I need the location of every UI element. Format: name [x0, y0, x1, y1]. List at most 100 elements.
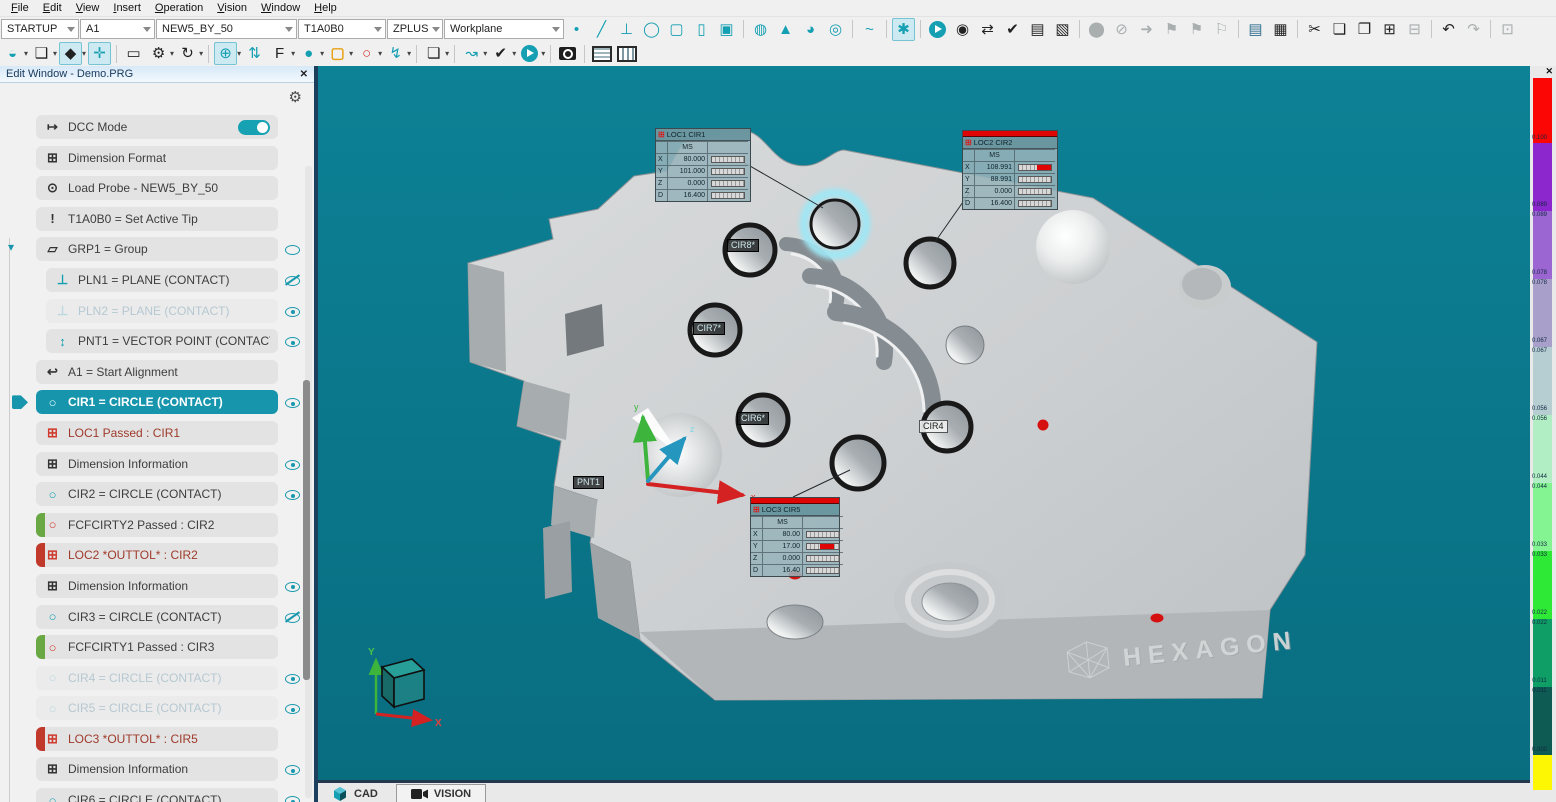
- chevron-down-icon[interactable]: [285, 27, 293, 32]
- path-lines-icon[interactable]: ↝: [460, 42, 483, 65]
- summary-list-icon[interactable]: ▤: [1244, 18, 1267, 41]
- print-icon[interactable]: ⊡: [1496, 18, 1519, 41]
- curve-feature-icon[interactable]: ~: [858, 18, 881, 41]
- eye-slash-icon[interactable]: [284, 272, 302, 288]
- done-check-icon[interactable]: ✔: [489, 42, 512, 65]
- command-pill[interactable]: !T1A0B0 = Set Active Tip: [36, 207, 278, 231]
- code-grid-icon[interactable]: ⊟: [1403, 18, 1426, 41]
- feature-tag-cir4[interactable]: CIR4: [919, 420, 948, 433]
- snapshot-icon[interactable]: [556, 42, 579, 65]
- measurement-label-loc1-cir1[interactable]: ⊞LOC1 CIR1MSX80.000Y101.000Z0.000D16.400: [655, 128, 751, 202]
- command-item-pln1[interactable]: ⊥PLN1 = PLANE (CONTACT): [46, 268, 300, 292]
- dropdown-caret-icon[interactable]: ▾: [378, 49, 382, 58]
- eye-icon[interactable]: [284, 578, 302, 594]
- eye-icon[interactable]: [284, 670, 302, 686]
- view-orientations-icon[interactable]: ⊕: [214, 42, 237, 65]
- redo-icon[interactable]: ↷: [1462, 18, 1485, 41]
- command-item-loc3[interactable]: ⊞LOC3 *OUTTOL* : CIR5: [36, 727, 300, 751]
- tip-select[interactable]: T1A0B0: [298, 19, 386, 39]
- edit-document-icon[interactable]: ▤: [1026, 18, 1049, 41]
- eye-icon[interactable]: [284, 333, 302, 349]
- command-pill[interactable]: ⊥PLN1 = PLANE (CONTACT): [46, 268, 278, 292]
- graph-thumb-icon[interactable]: [615, 42, 638, 65]
- feature-sensor-icon[interactable]: F: [268, 42, 291, 65]
- command-pill[interactable]: ○CIR3 = CIRCLE (CONTACT): [36, 605, 278, 629]
- gage-icon[interactable]: ▢: [326, 42, 349, 65]
- command-item-cir6[interactable]: ○CIR6 = CIRCLE (CONTACT): [36, 788, 300, 802]
- report-window-icon[interactable]: ▦: [1269, 18, 1292, 41]
- dropdown-caret-icon[interactable]: ▾: [445, 49, 449, 58]
- command-pill[interactable]: ⊞Dimension Information: [36, 574, 278, 598]
- menu-vision[interactable]: Vision: [210, 2, 254, 14]
- menu-edit[interactable]: Edit: [36, 2, 69, 14]
- eye-slash-icon[interactable]: [284, 609, 302, 625]
- comment-icon[interactable]: ▭: [122, 42, 145, 65]
- command-item-load[interactable]: ⊙Load Probe - NEW5_BY_50: [36, 176, 300, 200]
- dropdown-caret-icon[interactable]: ▾: [483, 49, 487, 58]
- eye-icon[interactable]: [284, 394, 302, 410]
- measurement-label-loc2-cir2[interactable]: ⊞LOC2 CIR2MSX108.991Y88.991Z0.000D16.400: [962, 130, 1058, 210]
- dropdown-caret-icon[interactable]: ▾: [82, 49, 86, 58]
- pan-view-icon[interactable]: ✛: [88, 42, 111, 65]
- command-item-cir3[interactable]: ○CIR3 = CIRCLE (CONTACT): [36, 605, 300, 629]
- command-item-pnt1[interactable]: ↕PNT1 = VECTOR POINT (CONTACT): [46, 329, 300, 353]
- feature-tag-pnt1[interactable]: PNT1: [573, 476, 604, 489]
- bookmark-icon[interactable]: ⚑: [1160, 18, 1183, 41]
- cylinder-feature-icon[interactable]: ◍: [749, 18, 772, 41]
- cut-icon[interactable]: ✂: [1303, 18, 1326, 41]
- command-pill[interactable]: ⊞Dimension Information: [36, 757, 278, 781]
- dropdown-caret-icon[interactable]: ▾: [24, 49, 28, 58]
- command-item-loc2[interactable]: ⊞LOC2 *OUTTOL* : CIR2: [36, 543, 300, 567]
- command-pill[interactable]: ⊙Load Probe - NEW5_BY_50: [36, 176, 278, 200]
- command-item-cir5[interactable]: ○CIR5 = CIRCLE (CONTACT): [36, 696, 300, 720]
- loop-icon[interactable]: ⇄: [976, 18, 999, 41]
- chevron-down-icon[interactable]: [432, 27, 440, 32]
- command-item-dimension[interactable]: ⊞Dimension Information: [36, 452, 300, 476]
- circle-gage-icon[interactable]: ○: [355, 42, 378, 65]
- close-icon[interactable]: ✕: [1545, 66, 1553, 77]
- rectangle-feature-icon[interactable]: ▣: [715, 18, 738, 41]
- chevron-down-icon[interactable]: [67, 27, 75, 32]
- command-item-fcfcirty2[interactable]: ○FCFCIRTY2 Passed : CIR2: [36, 513, 300, 537]
- command-item-pln2[interactable]: ⊥PLN2 = PLANE (CONTACT): [46, 299, 300, 323]
- eye-icon[interactable]: [284, 761, 302, 777]
- stop-icon[interactable]: ⬤: [1085, 18, 1108, 41]
- expander-icon[interactable]: ▾: [8, 240, 14, 254]
- dropdown-caret-icon[interactable]: ▾: [320, 49, 324, 58]
- eye-icon[interactable]: [284, 241, 302, 257]
- command-pill[interactable]: ↦DCC Mode: [36, 115, 278, 139]
- square-slot-feature-icon[interactable]: ▯: [690, 18, 713, 41]
- insert-point-icon[interactable]: ◉: [951, 18, 974, 41]
- eye-icon[interactable]: [284, 700, 302, 716]
- command-pill[interactable]: ○CIR2 = CIRCLE (CONTACT): [36, 482, 278, 506]
- command-pill[interactable]: ⊞LOC3 *OUTTOL* : CIR5: [36, 727, 278, 751]
- play-execution-icon[interactable]: [518, 42, 541, 65]
- sphere-display-icon[interactable]: ●: [297, 42, 320, 65]
- command-item-cir1[interactable]: ○CIR1 = CIRCLE (CONTACT): [36, 390, 300, 414]
- dropdown-caret-icon[interactable]: ▾: [541, 49, 545, 58]
- probe-toggle-icon[interactable]: ⇅: [243, 42, 266, 65]
- circle-feature-icon[interactable]: ◯: [640, 18, 663, 41]
- chevron-down-icon[interactable]: [374, 27, 382, 32]
- report-thumb-icon[interactable]: [590, 42, 613, 65]
- close-icon[interactable]: ✕: [300, 69, 308, 80]
- chevron-down-icon[interactable]: [143, 27, 151, 32]
- probe-mode-icon[interactable]: ◒: [1, 42, 24, 65]
- copy-panes-icon[interactable]: ❏: [422, 42, 445, 65]
- auto-feature-icon[interactable]: ✱: [892, 18, 915, 41]
- workplane-mode-select[interactable]: Workplane: [444, 19, 564, 39]
- paste-icon[interactable]: ❐: [1353, 18, 1376, 41]
- command-pill[interactable]: ○FCFCIRTY2 Passed : CIR2: [36, 513, 278, 537]
- dropdown-caret-icon[interactable]: ▾: [291, 49, 295, 58]
- eye-icon[interactable]: [284, 486, 302, 502]
- command-item-dimension[interactable]: ⊞Dimension Format: [36, 146, 300, 170]
- feature-tag-cir7[interactable]: CIR7*: [693, 322, 725, 335]
- command-pill[interactable]: ↕PNT1 = VECTOR POINT (CONTACT): [46, 329, 278, 353]
- dropdown-caret-icon[interactable]: ▾: [199, 49, 203, 58]
- menu-help[interactable]: Help: [307, 2, 344, 14]
- command-item-grp1[interactable]: ▾▱GRP1 = Group: [36, 237, 300, 261]
- dropdown-caret-icon[interactable]: ▾: [53, 49, 57, 58]
- path-settings-icon[interactable]: ⚙: [147, 42, 170, 65]
- continue-icon[interactable]: ➜: [1135, 18, 1158, 41]
- command-item-a1[interactable]: ↩A1 = Start Alignment: [36, 360, 300, 384]
